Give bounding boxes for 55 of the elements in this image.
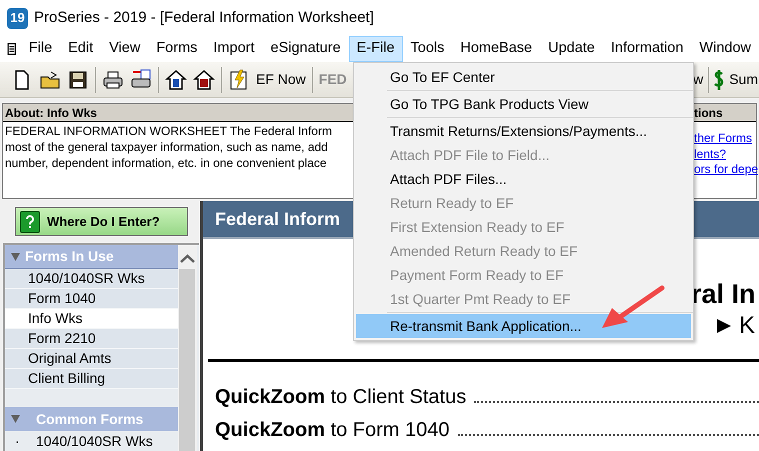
- menu-item[interactable]: Tools: [402, 36, 452, 62]
- description-text: number, dependent information, etc. in one convenient place: [5, 155, 328, 171]
- collapse-icon: [11, 252, 20, 260]
- menu-item[interactable]: E-File: [348, 36, 403, 62]
- help-link[interactable]: ther Forms: [694, 131, 756, 146]
- panel-title: tions: [694, 104, 724, 122]
- form-header: Federal Inform: [215, 208, 340, 230]
- collapse-icon: [11, 415, 20, 423]
- dollar-icon[interactable]: [713, 68, 726, 90]
- menu-option[interactable]: Transmit Returns/Extensions/Payments...: [356, 119, 691, 143]
- menu-item[interactable]: Information: [602, 36, 692, 62]
- description-text: most of the general taxpayer information, such as name, add: [5, 139, 329, 155]
- menu-item[interactable]: Edit: [60, 36, 102, 62]
- panel-title: About: Info Wks: [4, 104, 97, 122]
- menu-item[interactable]: File: [20, 36, 60, 62]
- window-title: ProSeries - 2019 - [Federal Information Worksheet]: [34, 8, 374, 28]
- where-do-i-enter-button[interactable]: Where Do I Enter?: [15, 207, 188, 236]
- menu-item[interactable]: View: [101, 36, 148, 62]
- form-list-item[interactable]: Info Wks: [5, 309, 178, 329]
- menu-item[interactable]: Forms: [148, 36, 206, 62]
- home-icon[interactable]: [193, 68, 215, 90]
- menu-option[interactable]: Go To TPG Bank Products View: [356, 92, 691, 116]
- form-list-item[interactable]: Form 2210: [5, 329, 178, 349]
- save-icon[interactable]: [67, 68, 89, 90]
- scrollbar[interactable]: [178, 245, 197, 451]
- bullet: ·: [14, 432, 21, 450]
- home-icon[interactable]: [165, 68, 187, 90]
- form-subheading: K: [739, 313, 756, 339]
- menu-option[interactable]: Attach PDF Files...: [356, 167, 691, 191]
- menu-item[interactable]: Update: [540, 36, 603, 62]
- toolbar-button[interactable]: w: [693, 69, 704, 90]
- printer-icon[interactable]: [102, 68, 124, 90]
- question-icon: [20, 210, 40, 232]
- form-list-item[interactable]: Form 1040: [5, 289, 178, 309]
- quickzoom-link[interactable]: QuickZoom to Form 1040: [215, 416, 450, 444]
- quickzoom-link[interactable]: QuickZoom to Client Status: [215, 383, 466, 411]
- description-text: FEDERAL INFORMATION WORKSHEET The Federal Inform: [5, 123, 332, 139]
- app-logo: 19: [7, 8, 28, 28]
- form-list-item[interactable]: 1040/1040SR Wks: [36, 430, 153, 451]
- form-list-item[interactable]: 1040/1040SR Wks: [5, 269, 178, 289]
- help-link[interactable]: ors for depe: [694, 162, 756, 178]
- form-list-item[interactable]: Original Amts: [5, 349, 178, 369]
- toolbar-button[interactable]: EF Now: [256, 69, 306, 90]
- help-link[interactable]: lents?: [694, 146, 756, 162]
- menu-item[interactable]: eSignature: [262, 36, 349, 62]
- menu-option[interactable]: Re-transmit Bank Application...: [356, 314, 691, 338]
- pointer-icon: [717, 319, 731, 333]
- print-forms-icon[interactable]: [130, 68, 152, 90]
- menu-item[interactable]: Window: [691, 36, 759, 62]
- menu-item[interactable]: HomeBase: [452, 36, 540, 62]
- menu-item[interactable]: Import: [205, 36, 262, 62]
- menu-option[interactable]: Go To EF Center: [356, 65, 691, 89]
- open-folder-icon[interactable]: [39, 68, 61, 90]
- form-list-item[interactable]: Client Billing: [5, 369, 178, 389]
- toolbar-button[interactable]: Sum: [729, 69, 759, 90]
